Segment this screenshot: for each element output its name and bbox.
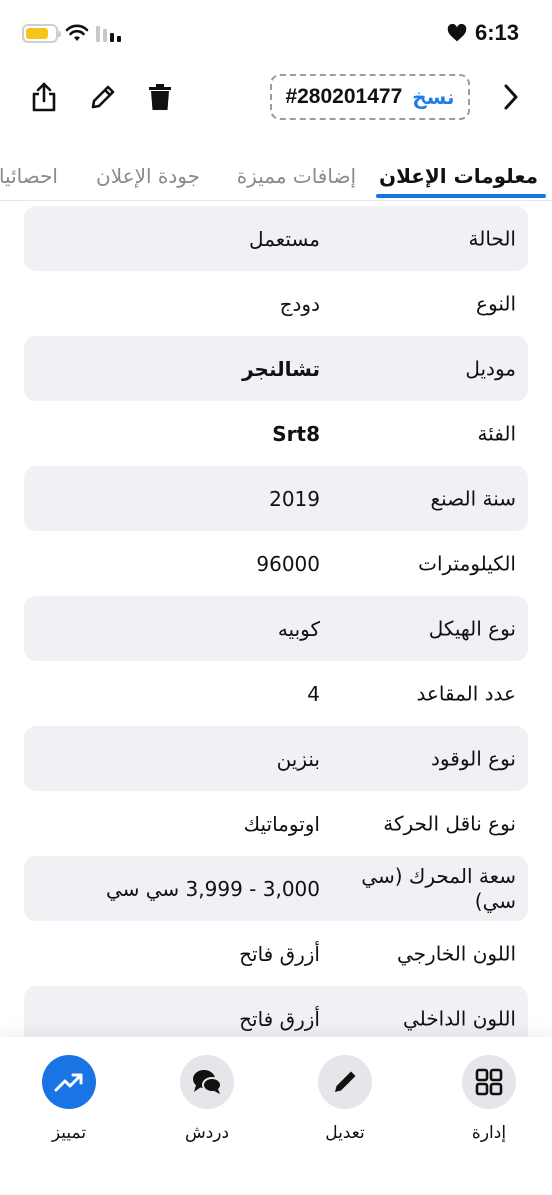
detail-label: نوع الهيكل [428,616,516,640]
detail-label: سنة الصنع [430,486,516,510]
detail-label: الفئة [477,421,516,445]
chat-bubbles-icon [193,1070,222,1094]
detail-value: Srt8 [272,421,320,446]
tab-statistics[interactable]: احصائيات [0,164,58,188]
detail-row: اللون الخارجي أزرق فاتح [24,921,528,986]
back-button[interactable] [494,80,528,114]
ad-id: #280201477 [285,85,403,108]
heart-icon [447,23,467,42]
share-button[interactable] [27,80,61,114]
detail-row: نوع الهيكل كوبيه [24,596,528,661]
delete-button[interactable] [143,80,177,114]
trending-up-icon [54,1073,83,1092]
chat-button[interactable]: دردش [167,1055,247,1143]
detail-value: 2019 [269,486,320,511]
detail-value: دودج [279,291,320,316]
detail-label: موديل [465,356,516,380]
detail-row: نوع الوقود بنزين [24,726,528,791]
detail-row: الحالة مستعمل [24,206,528,271]
edit-button[interactable] [86,80,120,114]
ad-details-list: الحالة مستعمل النوع دودج موديل تشالنجر الفئة Sr… [24,206,528,1051]
battery-icon [22,24,61,43]
detail-label: عدد المقاعد [416,681,516,705]
detail-label: الكيلومترات [418,551,516,575]
status-time: 6:13 [474,20,519,45]
detail-row: الكيلومترات 96000 [24,531,528,596]
detail-value: أزرق فاتح [239,941,320,966]
detail-label: نوع ناقل الحركة [383,811,516,835]
wifi-icon [65,24,89,41]
detail-row: عدد المقاعد 4 [24,661,528,726]
detail-label: نوع الوقود [431,746,516,770]
detail-label: النوع [476,291,516,315]
status-bar: 6:13 [0,0,552,64]
detail-label: اللون الداخلي [402,1006,516,1030]
detail-row: الفئة Srt8 [24,401,528,466]
promote-label: تمييز [51,1123,87,1143]
ad-id-copy-box[interactable]: #280201477 نسخ [270,74,470,120]
detail-value: تشالنجر [242,356,320,381]
chat-label: دردش [184,1123,230,1143]
detail-row: سعة المحرك (سي سي) 3,000 - 3,999 سي سي [24,856,528,921]
active-tab-indicator [376,194,546,198]
detail-value: 4 [307,681,320,706]
promote-button[interactable]: تمييز [29,1055,109,1143]
detail-label: سعة المحرك (سي سي) [361,863,516,913]
detail-value: 96000 [256,551,320,576]
detail-label: الحالة [468,226,516,250]
signal-icon [96,26,121,42]
tab-featured-addons[interactable]: إضافات مميزة [237,164,356,188]
pencil-icon [335,1071,356,1092]
header-toolbar: #280201477 نسخ [0,64,552,134]
detail-row: سنة الصنع 2019 [24,466,528,531]
bottom-action-bar: إدارة تعديل دردش تمييز [0,1037,552,1195]
detail-value: اوتوماتيك [243,811,320,836]
detail-row: النوع دودج [24,271,528,336]
pencil-icon [91,85,115,109]
edit-ad-button[interactable]: تعديل [305,1055,385,1143]
grid-icon [475,1068,503,1096]
detail-value: 3,000 - 3,999 سي سي [105,876,320,901]
trash-icon [149,84,171,110]
detail-row: نوع ناقل الحركة اوتوماتيك [24,791,528,856]
detail-value: كوبيه [277,616,320,641]
manage-button[interactable]: إدارة [449,1055,529,1143]
detail-value: أزرق فاتح [239,1006,320,1031]
tabs-divider [0,200,552,201]
share-icon [32,82,56,112]
tab-ad-info[interactable]: معلومات الإعلان [379,164,538,188]
detail-value: مستعمل [249,226,320,251]
edit-label: تعديل [325,1123,365,1143]
detail-value: بنزين [276,746,320,771]
detail-label: اللون الخارجي [397,941,516,965]
manage-label: إدارة [471,1123,507,1143]
copy-button[interactable]: نسخ [412,85,454,109]
tab-ad-quality[interactable]: جودة الإعلان [96,164,200,188]
chevron-right-icon [504,84,518,110]
detail-row: موديل تشالنجر [24,336,528,401]
